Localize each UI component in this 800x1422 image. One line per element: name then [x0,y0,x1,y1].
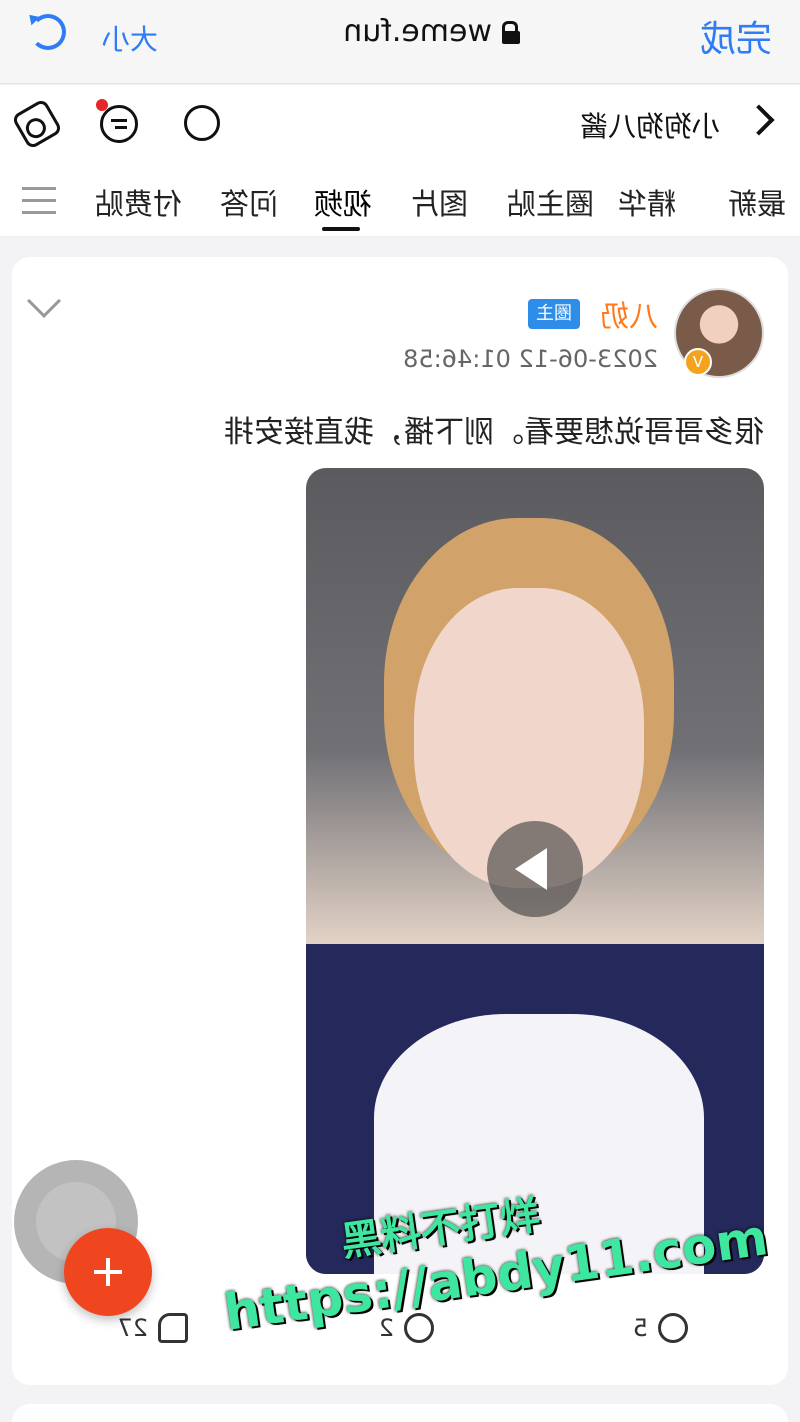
tab-featured[interactable]: 精华 [618,181,676,223]
next-post-card [12,1404,788,1422]
comment-icon [404,1313,434,1343]
tab-videos[interactable]: 视频 [314,181,372,223]
author-name[interactable]: 八奶 [600,293,658,335]
message-icon[interactable] [100,105,138,143]
menu-icon[interactable] [22,185,56,215]
app-header: 小狗狗八酱 [0,85,800,165]
back-icon[interactable] [743,104,775,136]
play-icon[interactable] [487,821,583,917]
share-icon [658,1313,688,1343]
tab-latest[interactable]: 最新 [728,181,786,223]
post-text: 很多哥哥说想要看。刚下播，我直接安排 [224,415,764,450]
tab-paid-posts[interactable]: 付费贴 [95,181,182,223]
url-text: weme.fun [343,14,492,49]
video-thumbnail[interactable] [306,468,764,1274]
reload-icon[interactable] [30,14,66,50]
share-count: 5 [632,1314,648,1342]
like-count: 27 [117,1314,148,1342]
url-bar[interactable]: weme.fun [343,14,520,49]
post-time: 2023-06-12 01:46:58 [403,345,658,373]
comment-action[interactable]: 2 [379,1313,434,1343]
thumbs-up-icon [158,1313,188,1343]
comment-count: 2 [378,1314,394,1342]
browser-bar: 完成 weme.fun 大小 [0,0,800,84]
chat-icon[interactable] [184,105,220,141]
tab-owner-posts[interactable]: 圈主贴 [507,181,594,223]
chevron-down-icon[interactable] [27,284,61,318]
owner-badge: 圈主 [528,299,580,329]
add-post-button[interactable] [64,1228,152,1316]
tab-bar: 最新 精华 圈主贴 图片 视频 问答 付费贴 [0,165,800,237]
tab-images[interactable]: 图片 [410,181,468,223]
mirrored-screen: 完成 weme.fun 大小 小狗狗八酱 最新 精华 圈主贴 图片 视频 问答 … [0,0,800,1422]
done-button[interactable]: 完成 [700,10,772,62]
share-action[interactable]: 5 [633,1313,688,1343]
lock-icon [502,21,520,43]
active-tab-indicator [322,227,360,231]
text-size-button[interactable]: 大小 [102,18,158,58]
page-title: 小狗狗八酱 [579,110,720,143]
settings-icon[interactable] [11,98,63,150]
like-action[interactable]: 27 [117,1313,188,1343]
tab-qa[interactable]: 问答 [220,181,278,223]
notification-dot [96,99,108,111]
verified-icon: V [684,348,712,376]
video-shirt [306,944,764,1274]
